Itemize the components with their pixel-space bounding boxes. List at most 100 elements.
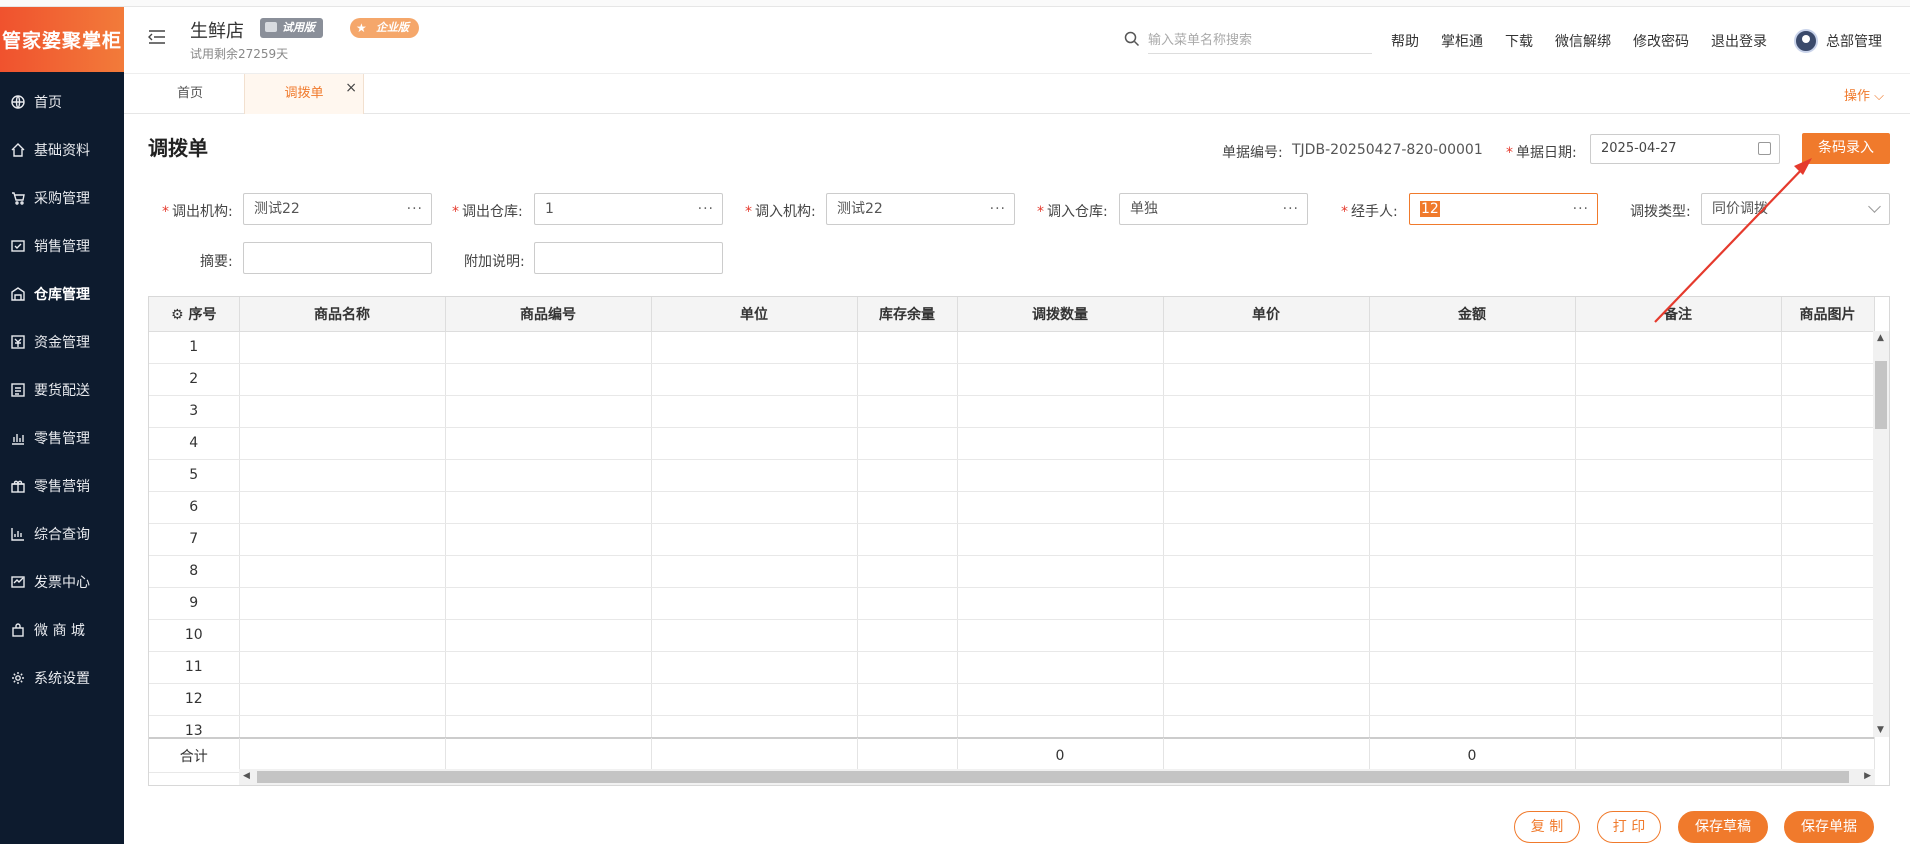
tab-home[interactable]: 首页 [160, 74, 220, 114]
table-cell[interactable] [1163, 427, 1370, 460]
horizontal-scrollbar[interactable]: ◀ ▶ [239, 769, 1875, 785]
table-cell[interactable] [1369, 619, 1576, 652]
table-cell[interactable] [651, 651, 858, 684]
table-cell[interactable] [1575, 651, 1782, 684]
table-cell[interactable] [1575, 491, 1782, 524]
table-cell[interactable] [445, 491, 652, 524]
table-cell[interactable] [651, 363, 858, 396]
close-icon[interactable]: × [345, 68, 357, 108]
table-cell[interactable] [957, 491, 1164, 524]
table-cell[interactable] [1575, 523, 1782, 556]
change-password-link[interactable]: 修改密码 [1633, 31, 1689, 51]
calendar-icon[interactable] [1758, 142, 1771, 155]
sidebar-item-invoice[interactable]: 发票中心 [0, 558, 124, 606]
scroll-right-icon[interactable]: ▶ [1864, 771, 1871, 781]
table-cell[interactable] [957, 651, 1164, 684]
table-cell[interactable] [1369, 363, 1576, 396]
table-cell[interactable] [1575, 555, 1782, 588]
table-cell[interactable] [1163, 683, 1370, 716]
table-cell[interactable] [1369, 331, 1576, 364]
table-cell[interactable] [1369, 555, 1576, 588]
table-cell[interactable] [239, 587, 446, 620]
table-cell[interactable] [1575, 587, 1782, 620]
logout-link[interactable]: 退出登录 [1711, 31, 1767, 51]
sidebar-item-delivery[interactable]: 要货配送 [0, 366, 124, 414]
sidebar-item-mall[interactable]: 微 商 城 [0, 606, 124, 654]
table-cell[interactable] [1369, 651, 1576, 684]
table-cell[interactable] [1575, 619, 1782, 652]
table-cell[interactable] [957, 459, 1164, 492]
table-cell[interactable] [1163, 619, 1370, 652]
table-cell[interactable] [1575, 331, 1782, 364]
more-icon[interactable]: ··· [698, 194, 714, 224]
vertical-scroll-thumb[interactable] [1875, 361, 1887, 429]
sidebar-item-query[interactable]: 综合查询 [0, 510, 124, 558]
user-menu[interactable]: 总部管理 [1794, 29, 1882, 53]
table-cell[interactable] [651, 555, 858, 588]
table-cell[interactable] [857, 331, 958, 364]
table-cell[interactable] [1163, 459, 1370, 492]
extra-note-input[interactable] [534, 242, 723, 274]
table-cell[interactable] [651, 683, 858, 716]
col-index[interactable]: ⚙ 序号 [149, 297, 240, 332]
in-org-field[interactable]: 测试22 ··· [826, 193, 1015, 225]
table-cell[interactable] [1575, 683, 1782, 716]
table-cell[interactable] [1163, 587, 1370, 620]
table-cell[interactable] [445, 395, 652, 428]
scroll-up-icon[interactable]: ▲ [1877, 333, 1884, 343]
in-warehouse-field[interactable]: 单独 ··· [1119, 193, 1308, 225]
sidebar-item-retail[interactable]: 零售管理 [0, 414, 124, 462]
table-cell[interactable] [239, 619, 446, 652]
gear-icon[interactable]: ⚙ [171, 307, 184, 323]
barcode-entry-button[interactable]: 条码录入 [1802, 133, 1890, 164]
wechat-unbind-link[interactable]: 微信解绑 [1555, 31, 1611, 51]
table-cell[interactable] [957, 363, 1164, 396]
avatar[interactable] [1794, 29, 1818, 53]
table-cell[interactable] [651, 587, 858, 620]
table-cell[interactable] [651, 619, 858, 652]
table-cell[interactable] [239, 683, 446, 716]
horizontal-scroll-thumb[interactable] [257, 771, 1849, 783]
operations-dropdown[interactable]: 操作 ⌵ [1844, 85, 1884, 104]
table-cell[interactable] [445, 523, 652, 556]
table-cell[interactable] [1781, 363, 1875, 396]
sidebar-item-sales[interactable]: 销售管理 [0, 222, 124, 270]
download-link[interactable]: 下载 [1505, 31, 1533, 51]
table-cell[interactable] [651, 395, 858, 428]
table-cell[interactable] [1163, 523, 1370, 556]
table-cell[interactable] [445, 651, 652, 684]
table-cell[interactable] [957, 331, 1164, 364]
table-cell[interactable] [239, 427, 446, 460]
table-cell[interactable] [445, 363, 652, 396]
table-cell[interactable] [1575, 395, 1782, 428]
table-cell[interactable] [1369, 683, 1576, 716]
out-org-field[interactable]: 测试22 ··· [243, 193, 432, 225]
table-cell[interactable] [445, 619, 652, 652]
table-cell[interactable] [857, 363, 958, 396]
vertical-scrollbar[interactable]: ▲ ▼ [1873, 331, 1889, 737]
menu-search-input[interactable] [1148, 28, 1372, 54]
transfer-type-select[interactable]: 同价调拨 [1701, 193, 1890, 225]
summary-input[interactable] [243, 242, 432, 274]
sidebar-item-basic-data[interactable]: 基础资料 [0, 126, 124, 174]
table-cell[interactable] [857, 395, 958, 428]
table-cell[interactable] [857, 523, 958, 556]
table-cell[interactable] [1369, 395, 1576, 428]
table-cell[interactable] [957, 427, 1164, 460]
table-cell[interactable] [1575, 427, 1782, 460]
more-icon[interactable]: ··· [990, 194, 1006, 224]
table-cell[interactable] [1369, 491, 1576, 524]
table-cell[interactable] [1781, 587, 1875, 620]
table-cell[interactable] [957, 619, 1164, 652]
table-cell[interactable] [445, 587, 652, 620]
save-draft-button[interactable]: 保存草稿 [1678, 811, 1768, 843]
table-cell[interactable] [1163, 395, 1370, 428]
table-cell[interactable] [239, 459, 446, 492]
zhanggui-link[interactable]: 掌柜通 [1441, 31, 1483, 51]
table-cell[interactable] [1781, 651, 1875, 684]
more-icon[interactable]: ··· [1283, 194, 1299, 224]
table-cell[interactable] [239, 523, 446, 556]
table-cell[interactable] [651, 459, 858, 492]
table-cell[interactable] [239, 555, 446, 588]
handler-field[interactable]: 12 ··· [1409, 193, 1598, 225]
